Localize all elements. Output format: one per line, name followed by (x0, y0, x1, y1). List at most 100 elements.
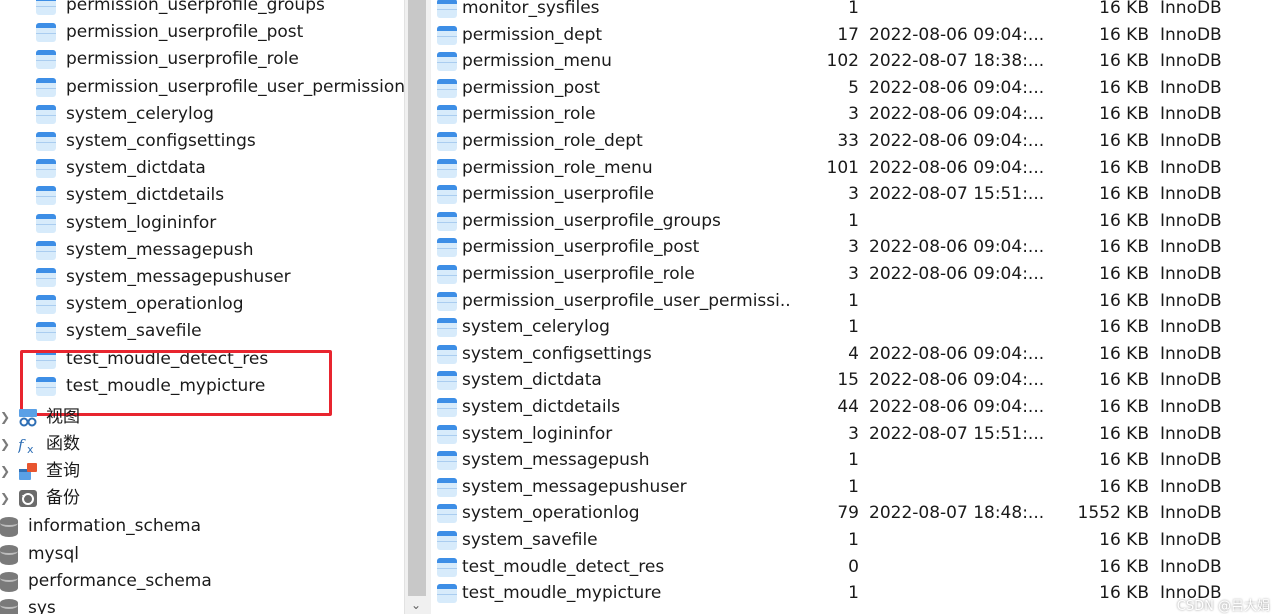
table-row[interactable]: permission_userprofile_post 3 2022-08-06 0… (431, 234, 1280, 261)
engine-cell: InnoDB (1160, 343, 1222, 364)
row-count-cell: 102 (826, 51, 859, 72)
tree-item-table[interactable]: system_configsettings (0, 128, 404, 155)
table-row[interactable]: permission_userprofile_role 3 2022-08-06 0… (431, 261, 1280, 288)
tree-item-functions[interactable]: ❯ f x 函数 (0, 431, 404, 458)
data-size-cell: 16 KB (1099, 51, 1149, 72)
tree-item-label: system_celerylog (66, 103, 214, 124)
table-icon (36, 132, 56, 151)
table-icon (36, 240, 56, 260)
chevron-right-icon[interactable]: ❯ (0, 485, 10, 512)
engine-cell: InnoDB (1160, 104, 1222, 125)
navigation-tree: permission_userprofile_groups permission_… (0, 0, 404, 614)
chevron-right-icon[interactable]: ❯ (0, 431, 10, 458)
table-name-cell: permission_userprofile_post (462, 237, 700, 258)
table-row[interactable]: permission_userprofile_groups 1 16 KB InnoD… (431, 208, 1280, 235)
engine-cell: InnoDB (1160, 530, 1222, 550)
data-size-cell: 16 KB (1099, 184, 1149, 205)
engine-cell: InnoDB (1160, 503, 1222, 524)
table-icon (437, 371, 457, 391)
table-row[interactable]: permission_dept 17 2022-08-06 09:04:... 16 … (431, 22, 1280, 49)
table-row[interactable]: test_moudle_mypicture 1 16 KB InnoDB (431, 580, 1280, 607)
table-row[interactable]: system_dictdata 15 2022-08-06 09:04:... 16 … (431, 367, 1280, 394)
tree-item-backups[interactable]: ❯ 备份 (0, 485, 404, 512)
tree-item-table[interactable]: permission_userprofile_post (0, 19, 404, 46)
table-list: monitor_sysfiles 1 16 KB InnoDB permission_d… (431, 0, 1280, 614)
modified-date-cell: 2022-08-07 15:51:... (869, 184, 1045, 205)
table-icon (437, 531, 457, 550)
tree-item-table[interactable]: system_savefile (0, 318, 404, 345)
tree-item-database[interactable]: sys (0, 595, 404, 614)
engine-cell: InnoDB (1160, 476, 1222, 497)
table-row[interactable]: permission_userprofile 3 2022-08-07 15:51:… (431, 181, 1280, 208)
table-row[interactable]: system_messagepush 1 16 KB InnoDB (431, 447, 1280, 474)
chevron-right-icon[interactable]: ❯ (0, 458, 10, 485)
engine-cell: InnoDB (1160, 131, 1222, 151)
tree-item-table[interactable]: system_dictdata (0, 155, 404, 182)
tree-item-queries[interactable]: ❯ 查询 (0, 458, 404, 485)
table-name-cell: system_messagepush (462, 450, 650, 471)
table-name-cell: permission_post (462, 77, 601, 98)
scrollbar-thumb[interactable] (408, 0, 426, 596)
table-row[interactable]: system_celerylog 1 16 KB InnoDB (431, 314, 1280, 341)
watermark: CSDN @吕大娟 (1176, 599, 1270, 614)
engine-cell: InnoDB (1160, 317, 1222, 338)
tree-item-views[interactable]: ❯ 视图 (0, 404, 404, 431)
modified-date-cell: 2022-08-07 18:48:... (869, 503, 1045, 524)
tree-item-table[interactable]: system_operationlog (0, 291, 404, 318)
table-row[interactable]: permission_role 3 2022-08-06 09:04:... 16 K… (431, 101, 1280, 128)
table-row[interactable]: system_logininfor 3 2022-08-07 15:51:... 16… (431, 421, 1280, 448)
tree-item-table[interactable]: permission_userprofile_groups (0, 0, 404, 19)
tree-item-label: system_configsettings (66, 131, 256, 151)
table-name-cell: permission_userprofile_user_permissi... (462, 290, 792, 311)
row-count-cell: 44 (837, 397, 859, 417)
row-count-cell: 15 (837, 370, 859, 391)
tree-item-table[interactable]: system_messagepushuser (0, 264, 404, 291)
tree-item-table[interactable]: system_dictdetails (0, 182, 404, 209)
table-row[interactable]: permission_post 5 2022-08-06 09:04:... 16 K… (431, 75, 1280, 102)
tree-item-database[interactable]: information_schema (0, 513, 404, 540)
table-row[interactable]: permission_role_dept 33 2022-08-06 09:04:.… (431, 128, 1280, 155)
tree-item-label: permission_userprofile_user_permissions (66, 76, 404, 97)
table-row[interactable]: system_messagepushuser 1 16 KB InnoDB (431, 474, 1280, 501)
table-icon (36, 213, 56, 233)
tree-item-label: 视图 (46, 407, 80, 427)
tree-item-table[interactable]: system_celerylog (0, 101, 404, 128)
tree-item-label: system_logininfor (66, 212, 217, 233)
table-row[interactable]: system_savefile 1 16 KB InnoDB (431, 527, 1280, 554)
table-row[interactable]: system_dictdetails 44 2022-08-06 09:04:...… (431, 394, 1280, 421)
table-row[interactable]: permission_role_menu 101 2022-08-06 09:04:… (431, 155, 1280, 182)
table-icon (437, 0, 457, 18)
data-size-cell: 16 KB (1099, 476, 1149, 497)
table-name-cell: monitor_sysfiles (462, 0, 600, 18)
table-row[interactable]: permission_userprofile_user_permissi... 1… (431, 288, 1280, 315)
data-size-cell: 1552 KB (1077, 503, 1149, 524)
engine-cell: InnoDB (1160, 77, 1222, 98)
vertical-scrollbar[interactable]: ⌄ (404, 0, 432, 614)
table-icon (36, 23, 56, 43)
table-icon (437, 185, 457, 205)
tree-item-database[interactable]: performance_schema (0, 568, 404, 595)
data-size-cell: 16 KB (1099, 450, 1149, 471)
table-row[interactable]: test_moudle_detect_res 0 16 KB InnoDB (431, 554, 1280, 581)
table-name-cell: permission_userprofile_role (462, 264, 695, 284)
chevron-right-icon[interactable]: ❯ (0, 404, 10, 431)
tree-item-table[interactable]: permission_userprofile_role (0, 46, 404, 73)
data-size-cell: 16 KB (1099, 370, 1149, 391)
tree-item-label: 备份 (46, 488, 80, 508)
table-icon (437, 211, 457, 231)
tree-item-table[interactable]: system_messagepush (0, 237, 404, 264)
table-icon (437, 132, 457, 151)
table-row[interactable]: system_configsettings 4 2022-08-06 09:04:.… (431, 341, 1280, 368)
tree-item-table[interactable]: system_logininfor (0, 210, 404, 237)
table-row[interactable]: permission_menu 102 2022-08-07 18:38:... 16… (431, 48, 1280, 75)
tree-item-table[interactable]: permission_userprofile_user_permissions (0, 74, 404, 101)
data-size-cell: 16 KB (1099, 530, 1149, 550)
scroll-down-icon[interactable]: ⌄ (411, 596, 421, 614)
tree-item-database[interactable]: mysql (0, 541, 404, 568)
table-icon (36, 322, 56, 342)
data-size-cell: 16 KB (1099, 317, 1149, 338)
data-size-cell: 16 KB (1099, 583, 1149, 604)
svg-text:x: x (27, 443, 34, 454)
table-row[interactable]: monitor_sysfiles 1 16 KB InnoDB (431, 0, 1280, 22)
table-row[interactable]: system_operationlog 79 2022-08-07 18:48:..… (431, 500, 1280, 527)
